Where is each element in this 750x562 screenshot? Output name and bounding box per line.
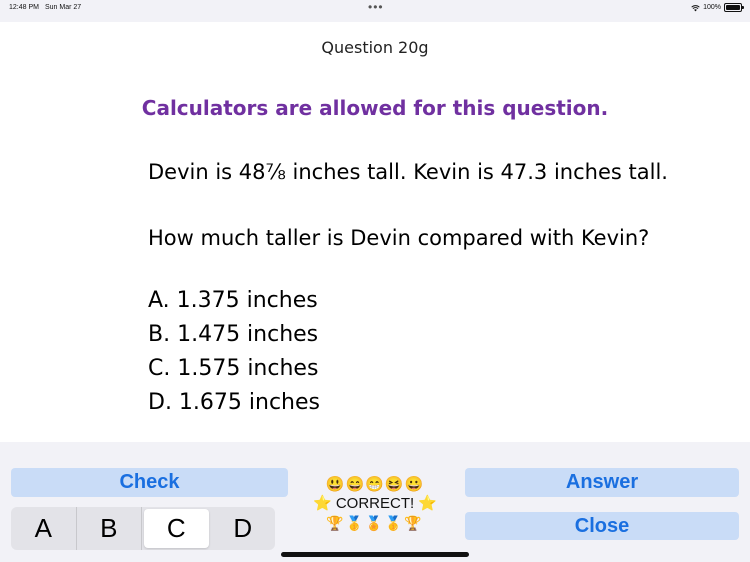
calculator-note: Calculators are allowed for this questio…	[141, 96, 609, 120]
battery-percent: 100%	[703, 4, 721, 11]
choice-d: D. 1.675 inches	[148, 390, 320, 415]
answer-segmented-control: A B C D	[11, 507, 275, 550]
question-stem-1: Devin is 48⅞ inches tall. Kevin is 47.3 …	[148, 160, 668, 184]
answer-choices: A. 1.375 inches B. 1.475 inches C. 1.575…	[148, 286, 320, 422]
answer-button[interactable]: Answer	[465, 468, 739, 497]
feedback-area: 😃😄😁😆😀 ⭐ CORRECT! ⭐ 🏆🥇🏅🥇🏆	[300, 476, 450, 532]
multitasking-dots-icon[interactable]: •••	[368, 0, 384, 14]
correct-message: ⭐ CORRECT! ⭐	[312, 495, 438, 512]
choice-b: B. 1.475 inches	[148, 322, 319, 347]
option-c-segment[interactable]: C	[144, 509, 209, 548]
question-panel: Question 20g Calculators are allowed for…	[0, 22, 750, 442]
status-date: Sun Mar 27	[45, 4, 82, 11]
option-b-segment[interactable]: B	[77, 507, 142, 550]
home-indicator[interactable]	[281, 552, 469, 557]
option-d-segment[interactable]: D	[211, 507, 276, 550]
trophy-medals-icon: 🏆🥇🏅🥇🏆	[326, 515, 424, 531]
question-stem-2: How much taller is Devin compared with K…	[148, 226, 650, 250]
check-button[interactable]: Check	[11, 468, 288, 497]
status-right: 100%	[691, 3, 744, 12]
close-button[interactable]: Close	[465, 512, 739, 540]
status-time: 12:48 PM	[9, 4, 39, 11]
bottom-controls: Check A B C D 😃😄😁😆😀 ⭐ CORRECT! ⭐ 🏆🥇🏅🥇🏆 A…	[0, 442, 750, 562]
smiley-emojis-icon: 😃😄😁😆😀	[325, 476, 425, 493]
status-bar: 12:48 PM Sun Mar 27 ••• 100%	[0, 0, 750, 20]
battery-icon	[724, 3, 744, 12]
wifi-icon	[691, 4, 700, 11]
question-number: Question 20g	[321, 38, 429, 57]
choice-c: C. 1.575 inches	[148, 356, 319, 381]
option-a-segment[interactable]: A	[11, 507, 77, 550]
choice-a: A. 1.375 inches	[148, 288, 318, 313]
